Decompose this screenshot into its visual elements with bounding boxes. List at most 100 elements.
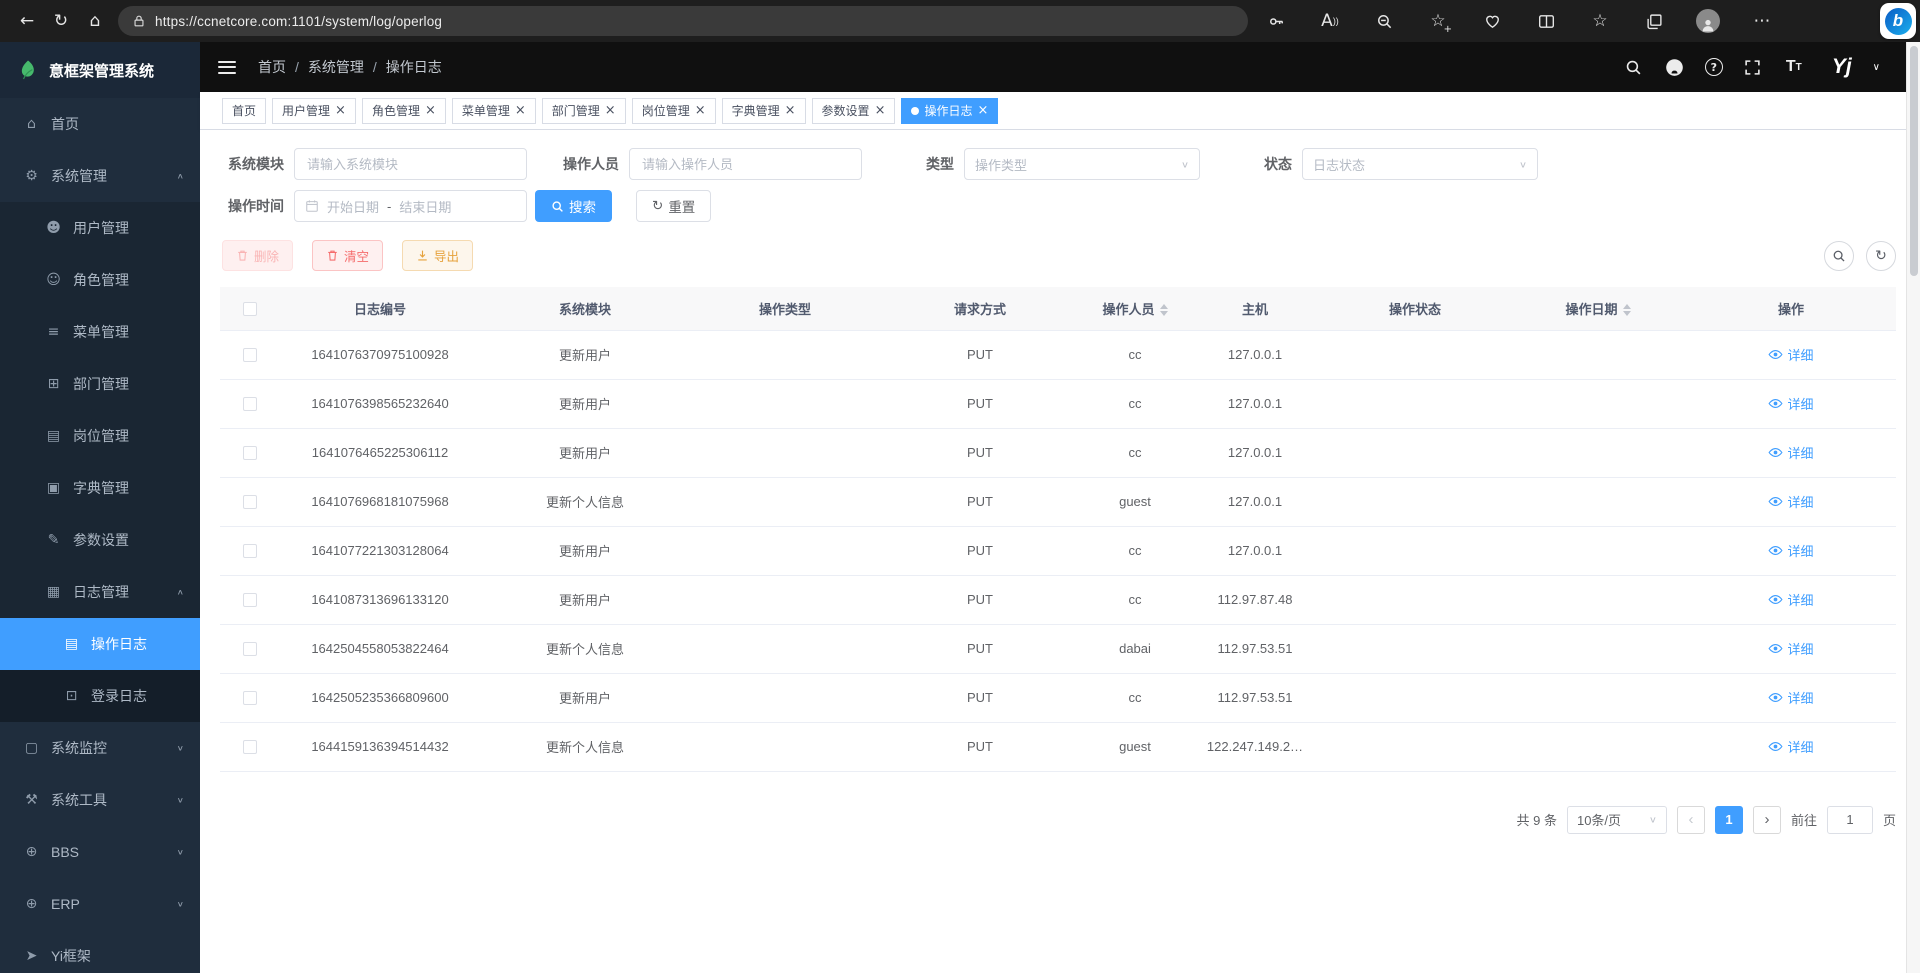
tab-close-icon[interactable]: × — [875, 104, 886, 117]
row-checkbox[interactable] — [243, 397, 257, 411]
sidebar-item[interactable]: ⚙ 系统管理 ∧ — [0, 150, 200, 202]
sidebar-item[interactable]: ⊞ 部门管理 — [0, 358, 200, 410]
page-size-select[interactable]: 10条/页 ∨ — [1567, 806, 1667, 834]
view-tab[interactable]: 菜单管理 × — [452, 98, 536, 124]
detail-link[interactable]: 详细 — [1768, 639, 1813, 658]
sidebar-toggle-icon[interactable] — [218, 61, 236, 74]
view-tab[interactable]: 参数设置 × — [812, 98, 896, 124]
avatar-caret-icon[interactable]: ∨ — [1873, 62, 1880, 73]
detail-link[interactable]: 详细 — [1768, 443, 1813, 462]
sidebar-item[interactable]: ⌂ 首页 — [0, 98, 200, 150]
view-tab[interactable]: 字典管理 × — [722, 98, 806, 124]
sort-caret-icon[interactable] — [1623, 304, 1631, 316]
status-filter-select[interactable]: 日志状态 ∨ — [1302, 148, 1538, 180]
detail-link[interactable]: 详细 — [1768, 541, 1813, 560]
toggle-search-button[interactable] — [1824, 241, 1854, 271]
prev-page-button[interactable]: ‹ — [1677, 806, 1705, 834]
browser-reload-icon[interactable]: ↻ — [44, 4, 78, 38]
breadcrumb-item[interactable]: 首页 — [258, 57, 286, 77]
next-page-button[interactable]: › — [1753, 806, 1781, 834]
reset-button[interactable]: ↻ 重置 — [636, 190, 711, 222]
refresh-table-button[interactable]: ↻ — [1866, 241, 1896, 271]
detail-link[interactable]: 详细 — [1768, 590, 1813, 609]
browser-essentials-icon[interactable] — [1476, 4, 1508, 38]
operator-filter-input[interactable] — [629, 148, 862, 180]
tab-close-icon[interactable]: × — [785, 104, 796, 117]
row-checkbox[interactable] — [243, 740, 257, 754]
tab-close-icon[interactable]: × — [695, 104, 706, 117]
browser-back-icon[interactable]: ← — [10, 4, 44, 38]
row-checkbox[interactable] — [243, 544, 257, 558]
tab-close-icon[interactable]: × — [605, 104, 616, 117]
sidebar-item[interactable]: ⚒ 系统工具 ∨ — [0, 774, 200, 826]
clear-button[interactable]: 清空 — [312, 240, 383, 271]
sort-caret-icon[interactable] — [1160, 304, 1168, 316]
profile-avatar-icon[interactable] — [1692, 4, 1724, 38]
delete-button[interactable]: 删除 — [222, 240, 293, 271]
sidebar-item[interactable]: ≡ 菜单管理 — [0, 306, 200, 358]
sidebar-item[interactable]: ☺ 角色管理 — [0, 254, 200, 306]
row-checkbox[interactable] — [243, 642, 257, 656]
view-tab[interactable]: 操作日志 × — [901, 98, 998, 124]
export-button[interactable]: 导出 — [402, 240, 473, 271]
tab-close-icon[interactable]: × — [515, 104, 526, 117]
date-range-picker[interactable]: 开始日期 - 结束日期 — [294, 190, 527, 222]
breadcrumb-item[interactable]: 操作日志 — [386, 57, 442, 77]
bing-copilot-button[interactable]: b — [1880, 3, 1916, 39]
type-filter-select[interactable]: 操作类型 ∨ — [964, 148, 1200, 180]
view-tab[interactable]: 角色管理 × — [362, 98, 446, 124]
detail-link[interactable]: 详细 — [1768, 492, 1813, 511]
module-filter-input[interactable] — [294, 148, 527, 180]
view-tab[interactable]: 用户管理 × — [272, 98, 356, 124]
sidebar-item[interactable]: ✎ 参数设置 — [0, 514, 200, 566]
sidebar-item[interactable]: ▢ 系统监控 ∨ — [0, 722, 200, 774]
add-favorite-icon[interactable]: ☆+ — [1422, 4, 1454, 38]
view-tab[interactable]: 岗位管理 × — [632, 98, 716, 124]
row-checkbox[interactable] — [243, 495, 257, 509]
browser-settings-icon[interactable]: ⋯ — [1746, 4, 1778, 38]
scrollbar-thumb[interactable] — [1910, 46, 1918, 276]
row-checkbox[interactable] — [243, 593, 257, 607]
view-tab[interactable]: 首页 × — [222, 98, 266, 124]
favorites-icon[interactable]: ☆ — [1584, 4, 1616, 38]
password-key-icon[interactable] — [1260, 4, 1292, 38]
app-logo[interactable]: 意框架管理系统 — [0, 42, 200, 98]
breadcrumb-item[interactable]: 系统管理 — [308, 57, 364, 77]
address-bar[interactable]: https://ccnetcore.com:1101/system/log/op… — [118, 6, 1248, 36]
detail-link[interactable]: 详细 — [1768, 394, 1813, 413]
row-checkbox[interactable] — [243, 446, 257, 460]
tab-close-icon[interactable]: × — [335, 104, 346, 117]
collections-icon[interactable] — [1638, 4, 1670, 38]
fullscreen-icon[interactable] — [1742, 56, 1764, 78]
font-size-icon[interactable]: TT — [1783, 56, 1805, 78]
tab-close-icon[interactable]: × — [425, 104, 436, 117]
help-icon[interactable]: ? — [1705, 58, 1723, 76]
select-all-checkbox[interactable] — [243, 302, 257, 316]
sidebar-item[interactable]: ▤ 操作日志 — [0, 618, 200, 670]
read-aloud-icon[interactable]: A)) — [1314, 4, 1346, 38]
sidebar-item[interactable]: ▤ 岗位管理 — [0, 410, 200, 462]
sidebar-item[interactable]: ▦ 日志管理 ∧ — [0, 566, 200, 618]
sidebar-item[interactable]: ➤ Yi框架 — [0, 930, 200, 973]
sidebar-item[interactable]: ☻ 用户管理 — [0, 202, 200, 254]
zoom-out-icon[interactable] — [1368, 4, 1400, 38]
detail-link[interactable]: 详细 — [1768, 688, 1813, 707]
scrollbar-track[interactable] — [1906, 42, 1920, 973]
user-avatar[interactable]: Yj — [1832, 55, 1852, 79]
split-screen-icon[interactable] — [1530, 4, 1562, 38]
sidebar-item[interactable]: ⊡ 登录日志 — [0, 670, 200, 722]
detail-link[interactable]: 详细 — [1768, 345, 1813, 364]
github-icon[interactable] — [1664, 56, 1686, 78]
browser-home-icon[interactable]: ⌂ — [78, 4, 112, 38]
search-button[interactable]: 搜索 — [535, 190, 612, 222]
sidebar-item[interactable]: ⊕ BBS ∨ — [0, 826, 200, 878]
sidebar-item[interactable]: ⊕ ERP ∨ — [0, 878, 200, 930]
sidebar-item[interactable]: ▣ 字典管理 — [0, 462, 200, 514]
row-checkbox[interactable] — [243, 348, 257, 362]
detail-link[interactable]: 详细 — [1768, 737, 1813, 756]
tab-close-icon[interactable]: × — [977, 104, 988, 117]
view-tab[interactable]: 部门管理 × — [542, 98, 626, 124]
goto-page-input[interactable] — [1827, 806, 1873, 834]
page-number-button[interactable]: 1 — [1715, 806, 1743, 834]
row-checkbox[interactable] — [243, 691, 257, 705]
